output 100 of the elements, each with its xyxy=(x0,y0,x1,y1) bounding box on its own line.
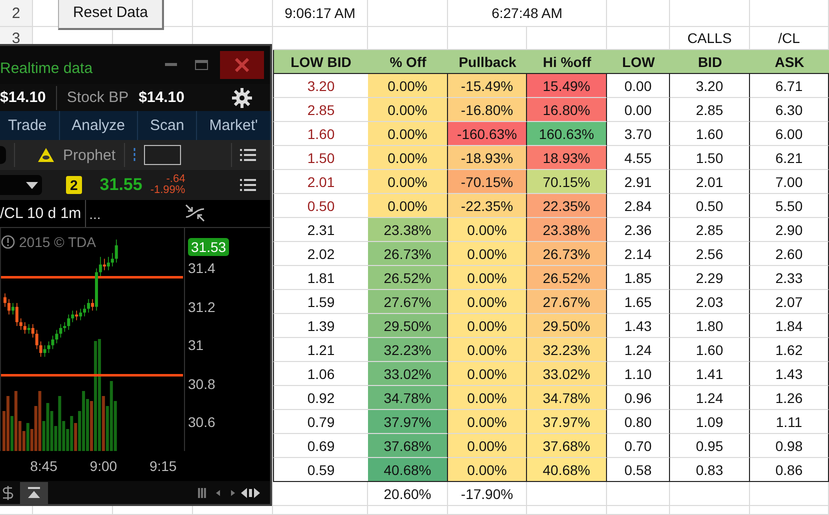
time-cell: 9:06:17 AM xyxy=(273,0,368,27)
table-cell: 37.68% xyxy=(527,434,607,458)
table-cell: 0.00% xyxy=(448,362,527,386)
time-cell: 6:27:48 AM xyxy=(448,0,607,27)
axis-label: 31 xyxy=(188,337,204,354)
table-cell: 2.29 xyxy=(670,266,750,290)
table-cell: 1.85 xyxy=(607,266,670,290)
table-cell: -160.63% xyxy=(448,122,527,146)
table-cell: 0.00% xyxy=(448,266,527,290)
table-cell: 3.20 xyxy=(670,74,750,98)
table-cell: 1.65 xyxy=(607,290,670,314)
table-cell: 27.67% xyxy=(368,290,448,314)
table-cell: 0.00% xyxy=(368,74,448,98)
table-cell: 26.52% xyxy=(527,266,607,290)
table-cell: -18.93% xyxy=(448,146,527,170)
table-cell: 1.24 xyxy=(607,338,670,362)
table-cell: 0.00% xyxy=(448,386,527,410)
row-number: 2 xyxy=(0,0,33,27)
table-cell: 1.09 xyxy=(670,410,750,434)
table-cell: 1.43 xyxy=(750,362,829,386)
stock-bp-value: $14.10 xyxy=(138,89,184,106)
table-cell: 0.80 xyxy=(607,410,670,434)
table-cell: 0.00% xyxy=(448,218,527,242)
table-cell: 29.50% xyxy=(527,314,607,338)
table-cell: 29.50% xyxy=(368,314,448,338)
table-cell: 1.26 xyxy=(750,386,829,410)
table-cell: 37.97% xyxy=(368,410,448,434)
table-cell: 15.49% xyxy=(527,74,607,98)
table-cell: 2.56 xyxy=(670,242,750,266)
table-cell: -70.15% xyxy=(448,170,527,194)
reset-data-button[interactable]: Reset Data xyxy=(58,0,164,30)
table-cell: 0.00 xyxy=(607,74,670,98)
table-cell: 1.43 xyxy=(607,314,670,338)
table-cell: 0.00% xyxy=(368,146,448,170)
table-cell: 5.50 xyxy=(750,194,829,218)
study-label[interactable]: Prophet xyxy=(63,146,116,164)
column-header: Pullback xyxy=(448,50,527,74)
info-icon[interactable] xyxy=(1,235,15,249)
table-cell: 26.73% xyxy=(368,242,448,266)
dollar-icon[interactable] xyxy=(2,484,14,500)
settings-icon[interactable] xyxy=(232,88,252,108)
dashed-line-icon xyxy=(132,148,136,162)
table-cell: 4.55 xyxy=(607,146,670,170)
link-badge[interactable]: 2 xyxy=(66,176,82,194)
table-cell: 26.73% xyxy=(527,242,607,266)
change-percent: -1.99% xyxy=(150,185,186,196)
change-value: -.64 xyxy=(166,174,186,185)
close-icon xyxy=(235,58,249,72)
table-cell: 34.78% xyxy=(368,386,448,410)
collapse-icon xyxy=(28,486,40,498)
table-cell: 0.00% xyxy=(448,314,527,338)
column-header: Hi %off xyxy=(527,50,607,74)
color-swatch[interactable] xyxy=(144,145,181,165)
table-cell: 0.58 xyxy=(607,458,670,482)
chart-options[interactable]: ... xyxy=(86,200,184,227)
table-cell: 22.35% xyxy=(527,194,607,218)
maximize-icon xyxy=(194,60,208,70)
axis-label: 9:15 xyxy=(149,458,177,474)
table-cell: 26.52% xyxy=(368,266,448,290)
column-header: LOW xyxy=(607,50,670,74)
table-cell: 1.80 xyxy=(670,314,750,338)
table-cell: 70.15% xyxy=(527,170,607,194)
table-cell: 6.21 xyxy=(750,146,829,170)
table-cell: 0.00% xyxy=(368,170,448,194)
table-cell: 40.68% xyxy=(368,458,448,482)
window-title: Realtime data xyxy=(0,58,93,76)
table-cell: 37.97% xyxy=(527,410,607,434)
table-cell: 27.67% xyxy=(527,290,607,314)
collapse-button[interactable] xyxy=(20,482,48,504)
table-cell: 0.95 xyxy=(670,434,750,458)
table-cell: 2.03 xyxy=(670,290,750,314)
table-cell: 1.84 xyxy=(750,314,829,338)
table-cell: 6.71 xyxy=(750,74,829,98)
total-cell: 20.60% xyxy=(368,482,448,506)
menu-icon[interactable] xyxy=(240,149,256,161)
table-cell: 1.62 xyxy=(750,338,829,362)
table-cell: 33.02% xyxy=(368,362,448,386)
table-cell: 32.23% xyxy=(527,338,607,362)
table-cell: 33.02% xyxy=(527,362,607,386)
table-cell: 0.00% xyxy=(368,122,448,146)
stock-bp-label: Stock BP xyxy=(66,89,129,106)
table-cell: -22.35% xyxy=(448,194,527,218)
axis-label: 30.6 xyxy=(188,414,216,430)
table-cell: 2.84 xyxy=(607,194,670,218)
table-cell: 0.96 xyxy=(607,386,670,410)
menu-icon[interactable] xyxy=(240,179,256,191)
column-header: BID xyxy=(670,50,750,74)
table-cell: 7.00 xyxy=(750,170,829,194)
table-cell: 40.68% xyxy=(527,458,607,482)
axis-label: 9:00 xyxy=(90,458,118,474)
scroll-controls-icon[interactable] xyxy=(198,486,262,498)
table-cell: 0.00% xyxy=(448,434,527,458)
swap-arrows-icon[interactable] xyxy=(184,203,206,223)
table-cell: 1.60 xyxy=(670,338,750,362)
symbol-dropdown[interactable] xyxy=(0,175,42,195)
table-cell: 0.86 xyxy=(750,458,829,482)
table-cell: 1.41 xyxy=(670,362,750,386)
table-cell: 6.00 xyxy=(750,122,829,146)
table-cell: 0.00% xyxy=(448,290,527,314)
table-cell: 0.00 xyxy=(607,98,670,122)
